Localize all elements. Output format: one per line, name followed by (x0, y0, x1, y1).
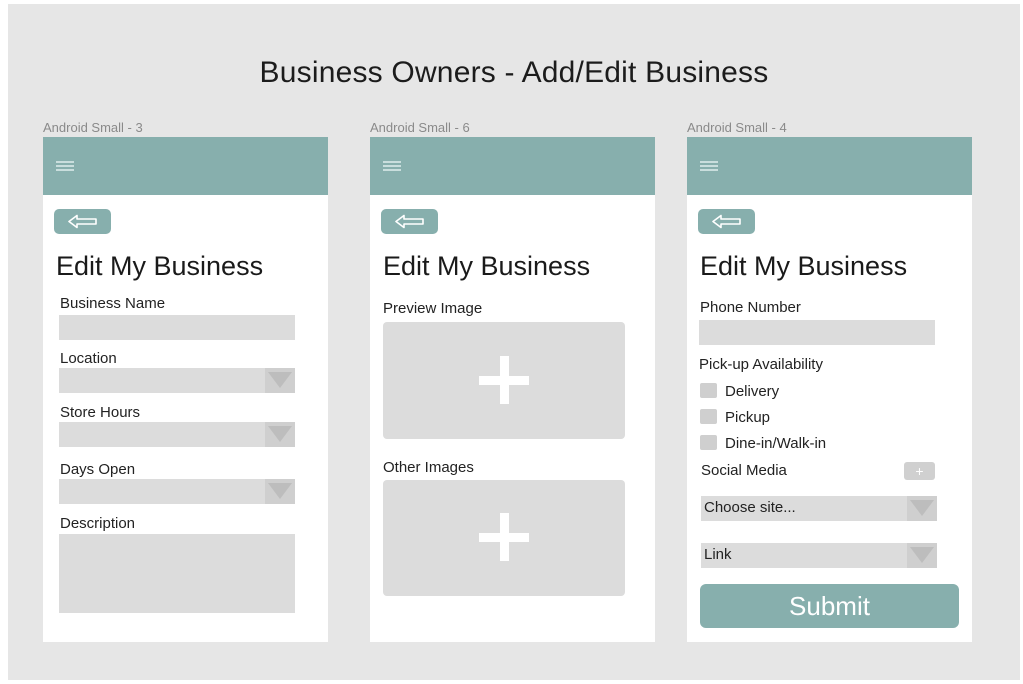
page-title: Business Owners - Add/Edit Business (259, 56, 769, 89)
screen-title: Edit My Business (56, 251, 264, 281)
app-bar (370, 137, 655, 195)
back-button[interactable] (381, 209, 438, 234)
dine-in-label: Dine-in/Walk-in (725, 435, 827, 452)
triangle-down-icon (907, 496, 937, 521)
pickup-label: Pickup (725, 409, 771, 426)
business-name-input[interactable] (59, 315, 295, 340)
back-arrow-icon (395, 214, 424, 229)
location-select[interactable] (59, 368, 295, 393)
phone-frame-edit-images: Edit My Business Preview Image Other Ima… (370, 137, 655, 642)
phone-frame-edit-details: Edit My Business Business Name Location … (43, 137, 328, 642)
hamburger-icon[interactable] (56, 161, 74, 171)
triangle-down-icon (907, 543, 937, 568)
app-bar (687, 137, 972, 195)
social-site-value: Choose site... (704, 499, 796, 516)
add-social-button[interactable]: + (904, 462, 935, 480)
hamburger-icon[interactable] (383, 161, 401, 171)
store-hours-select[interactable] (59, 422, 295, 447)
days-open-label: Days Open (60, 461, 136, 478)
frame-label: Android Small - 4 (687, 120, 787, 135)
design-canvas: Business Owners - Add/Edit Business Andr… (8, 4, 1020, 680)
social-link-select[interactable]: Link (701, 543, 937, 568)
back-button[interactable] (54, 209, 111, 234)
days-open-select[interactable] (59, 479, 295, 504)
screen-title: Edit My Business (383, 251, 591, 281)
other-images-label: Other Images (383, 459, 474, 476)
other-images-upload[interactable] (383, 480, 625, 596)
triangle-down-icon (265, 422, 295, 447)
phone-frame-edit-contact: Edit My Business Phone Number Pick-up Av… (687, 137, 972, 642)
frame-label: Android Small - 3 (43, 120, 143, 135)
phone-number-input[interactable] (699, 320, 935, 345)
hamburger-icon[interactable] (700, 161, 718, 171)
pickup-checkbox[interactable] (700, 409, 717, 424)
business-name-label: Business Name (60, 295, 166, 312)
submit-button[interactable]: Submit (700, 584, 959, 628)
store-hours-label: Store Hours (60, 404, 141, 421)
pickup-availability-label: Pick-up Availability (699, 356, 823, 373)
dine-in-checkbox[interactable] (700, 435, 717, 450)
description-label: Description (60, 515, 136, 532)
phone-number-label: Phone Number (700, 299, 801, 316)
back-arrow-icon (68, 214, 97, 229)
location-label: Location (60, 350, 117, 367)
delivery-checkbox[interactable] (700, 383, 717, 398)
app-bar (43, 137, 328, 195)
preview-image-label: Preview Image (383, 300, 483, 317)
preview-image-upload[interactable] (383, 322, 625, 439)
triangle-down-icon (265, 479, 295, 504)
description-textarea[interactable] (59, 534, 295, 613)
back-arrow-icon (712, 214, 741, 229)
social-site-select[interactable]: Choose site... (701, 496, 937, 521)
frame-label: Android Small - 6 (370, 120, 470, 135)
delivery-label: Delivery (725, 383, 780, 400)
back-button[interactable] (698, 209, 755, 234)
triangle-down-icon (265, 368, 295, 393)
social-media-label: Social Media (701, 462, 787, 479)
social-link-value: Link (704, 546, 732, 563)
screen-title: Edit My Business (700, 251, 908, 281)
